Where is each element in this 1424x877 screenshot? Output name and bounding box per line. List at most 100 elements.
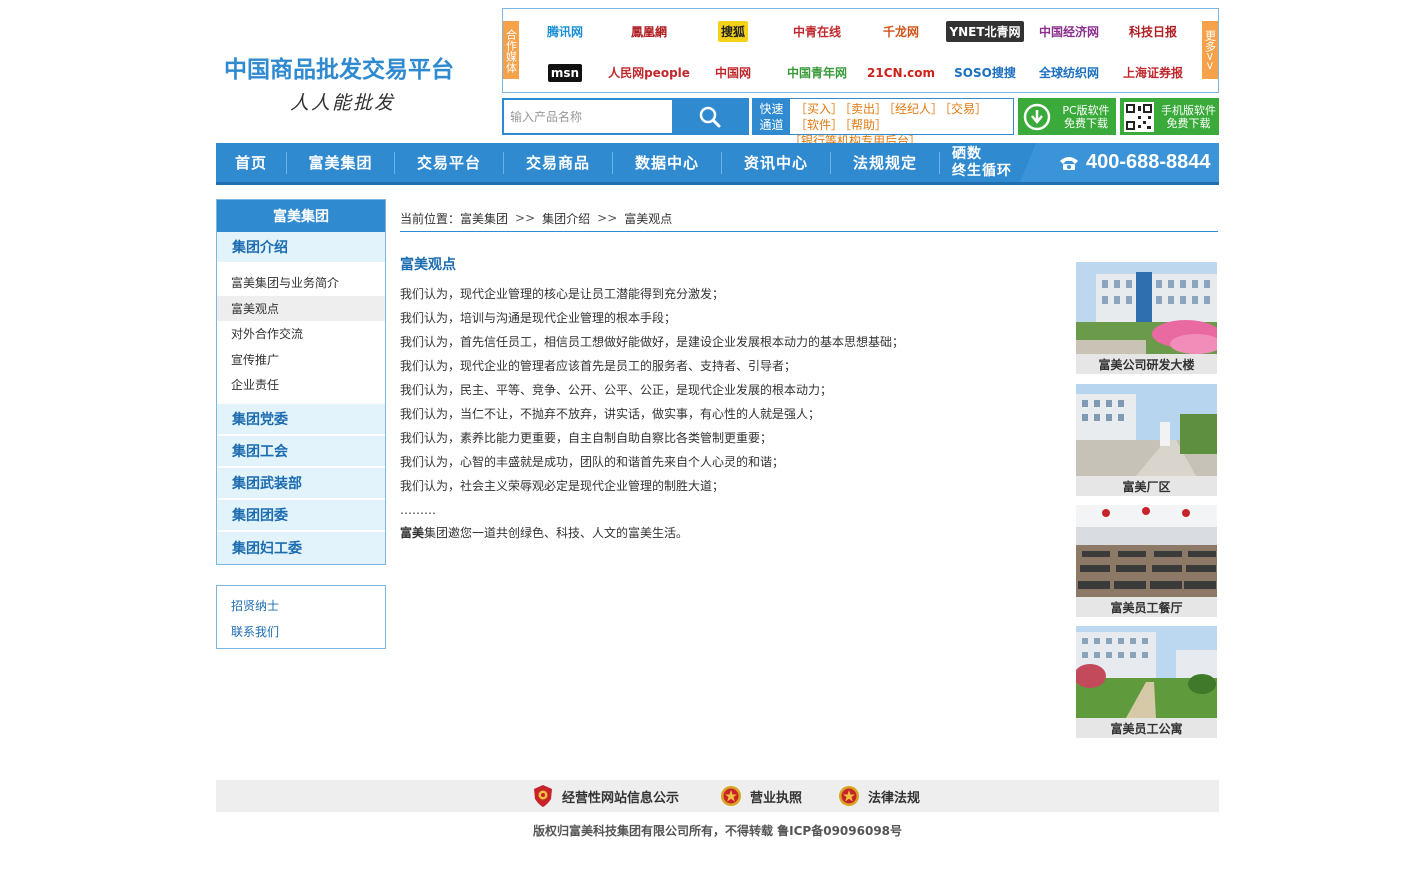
mobile-download-line2: 免费下载 (1166, 116, 1211, 130)
logo-title: 中国商品批发交易平台 (224, 57, 454, 83)
partner-media-logo[interactable]: 搜狐 (691, 11, 775, 52)
article-closing: 富美集团邀您一道共创绿色、科技、人文的富美生活。 (400, 521, 688, 545)
partner-media-logo[interactable]: 中国青年网 (775, 52, 859, 93)
photo-rd-building[interactable]: 富美公司研发大楼 (1076, 262, 1217, 374)
breadcrumb-item-intro[interactable]: 集团介绍 (542, 210, 590, 227)
photo-factory-area[interactable]: 富美厂区 (1076, 384, 1217, 496)
partner-media-logo-text: 科技日报 (1128, 25, 1177, 39)
hotline: 400-688-8844 (1036, 143, 1219, 182)
closing-bold: 富美 (400, 526, 425, 540)
partner-media-logo[interactable]: 上海证券报 (1111, 52, 1195, 93)
sidebar-item-viewpoint[interactable]: 富美观点 (217, 295, 385, 321)
footer-business-license-link[interactable]: 营业执照 (720, 780, 802, 812)
partner-media-logo[interactable]: 鳳凰網 (607, 11, 691, 52)
partner-media-logo[interactable]: 腾讯网 (523, 11, 607, 52)
partner-media-logo[interactable]: msn (523, 52, 607, 93)
partner-media-logo[interactable]: 中国经济网 (1027, 11, 1111, 52)
quick-link-sell[interactable]: ［卖出］ (845, 102, 887, 116)
article-line: 我们认为，当仁不让，不抛弃不放弃，讲实话，做实事，有心性的人就是强人； (400, 407, 821, 421)
sidebar-extra-links: 招贤纳士 联系我们 (216, 585, 386, 649)
quick-link-software[interactable]: ［软件］ (795, 118, 843, 132)
photo-staff-apartment[interactable]: 富美员工公寓 (1076, 626, 1217, 738)
partner-media-logo-text: 千龙网 (882, 25, 919, 39)
partner-media-logo[interactable]: 中青在线 (775, 11, 859, 52)
sidebar-group-intro[interactable]: 集团介绍 (217, 232, 385, 264)
partner-media-logo-text: 21CN.com (867, 65, 935, 80)
photo-staff-canteen[interactable]: 富美员工餐厅 (1076, 505, 1217, 617)
photo-caption: 富美厂区 (1076, 476, 1217, 496)
partner-media-logo[interactable]: SOSO搜搜 (943, 52, 1027, 93)
breadcrumb-prefix: 当前位置： (400, 211, 461, 226)
partner-media-logo[interactable]: 科技日报 (1111, 11, 1195, 52)
partner-media-label: 合作媒体 (503, 21, 519, 79)
partner-media-logo[interactable]: YNET北青网 (943, 11, 1027, 52)
quick-label-line2: 通道 (759, 118, 784, 132)
sidebar-youth-league[interactable]: 集团团委 (217, 499, 385, 532)
article-body: 我们认为，现代企业管理的核心是让员工潜能得到充分激发； 我们认为，培训与沟通是现… (400, 282, 1060, 522)
article-line: 我们认为，民主、平等、竞争、公开、公平、公正，是现代企业发展的根本动力； (400, 383, 833, 397)
footer-site-info-link[interactable]: 经营性网站信息公示 (532, 780, 679, 812)
partner-media-logo-text: 上海证券报 (1122, 66, 1183, 80)
police-badge-icon (534, 785, 552, 807)
partner-media-logo-text: 中国网 (714, 66, 751, 80)
nav-news-center[interactable]: 资讯中心 (722, 143, 830, 182)
article-line: 我们认为，首先信任员工，相信员工想做好能做好，是建设企业发展根本动力的基本思想基… (400, 335, 905, 349)
mobile-software-download-button[interactable]: 手机版软件 免费下载 (1120, 98, 1219, 135)
article-line: 我们认为，培训与沟通是现代企业管理的根本手段； (400, 311, 677, 325)
partner-media-logo-text: msn (547, 63, 583, 82)
sidebar-armed-forces[interactable]: 集团武装部 (217, 467, 385, 500)
quick-link-buy[interactable]: ［买入］ (795, 102, 843, 116)
search-button[interactable] (672, 100, 747, 133)
partner-media-logo[interactable]: 人民网people (607, 52, 691, 93)
breadcrumb-item-group[interactable]: 富美集团 (460, 210, 508, 227)
nav-regulations[interactable]: 法规规定 (831, 143, 939, 182)
national-emblem-icon (839, 786, 859, 806)
more-media-button[interactable]: 更多>> (1202, 21, 1218, 79)
sidebar-item-responsibility[interactable]: 企业责任 (217, 372, 385, 398)
sidebar-labor-union[interactable]: 集团工会 (217, 435, 385, 468)
contact-us-link[interactable]: 联系我们 (217, 618, 385, 644)
nav-data-center[interactable]: 数据中心 (613, 143, 721, 182)
partner-media-logo[interactable]: 千龙网 (859, 11, 943, 52)
footer-laws-link[interactable]: 法律法规 (838, 780, 920, 812)
phone-icon (1060, 156, 1078, 170)
partner-media-logo[interactable]: 全球纺织网 (1027, 52, 1111, 93)
nav-fumei-group[interactable]: 富美集团 (287, 143, 394, 182)
recruitment-link[interactable]: 招贤纳士 (217, 592, 385, 618)
pc-software-download-button[interactable]: PC版软件 免费下载 (1018, 98, 1116, 135)
footer-link-label: 经营性网站信息公示 (562, 790, 680, 806)
breadcrumb-separator: >> (515, 211, 536, 225)
partner-media-logo[interactable]: 中国网 (691, 52, 775, 93)
partner-media-logo-text: SOSO搜搜 (954, 66, 1016, 80)
nav-selenium-line1: 硒数 (952, 145, 982, 162)
nav-home[interactable]: 首页 (216, 143, 286, 182)
product-search-input[interactable] (504, 100, 671, 133)
nav-trading-platform[interactable]: 交易平台 (395, 143, 503, 182)
sidebar-item-overview[interactable]: 富美集团与业务简介 (217, 270, 385, 296)
partner-media-logo-text: 中国经济网 (1038, 25, 1099, 39)
nav-trading-goods[interactable]: 交易商品 (504, 143, 612, 182)
quick-link-trade[interactable]: ［交易］ (945, 102, 987, 116)
sidebar-item-cooperation[interactable]: 对外合作交流 (217, 321, 385, 347)
main-nav: 首页 富美集团 交易平台 交易商品 数据中心 资讯中心 法规规定 硒数 终生循环… (216, 143, 1219, 185)
sidebar-women-committee[interactable]: 集团妇工委 (217, 531, 385, 564)
staff-apartment-image (1076, 626, 1217, 718)
footer-link-label: 营业执照 (750, 790, 803, 806)
partner-media-logo-text: 腾讯网 (546, 25, 583, 39)
pc-download-line1: PC版软件 (1062, 103, 1110, 117)
partner-media-logo-text: 人民网people (608, 66, 690, 80)
partner-media-logo-text: 中国青年网 (786, 66, 847, 80)
breadcrumb-separator: >> (597, 211, 618, 225)
partner-media-logo[interactable]: 21CN.com (859, 52, 943, 93)
sidebar-submenu: 富美集团与业务简介 富美观点 对外合作交流 宣传推广 企业责任 (217, 264, 385, 404)
search-icon (699, 106, 720, 127)
sidebar-item-promotion[interactable]: 宣传推广 (217, 347, 385, 373)
site-logo[interactable]: 中国商品批发交易平台 人人能批发 (224, 50, 490, 114)
quick-link-broker[interactable]: ［经纪人］ (889, 102, 943, 116)
quick-link-help[interactable]: ［帮助］ (845, 118, 887, 132)
hotline-number: 400-688-8844 (1086, 151, 1211, 173)
sidebar: 富美集团 集团介绍 富美集团与业务简介 富美观点 对外合作交流 宣传推广 企业责… (216, 199, 386, 565)
photo-caption: 富美公司研发大楼 (1076, 354, 1217, 374)
sidebar-party-committee[interactable]: 集团党委 (217, 403, 385, 436)
closing-text: 集团邀您一道共创绿色、科技、人文的富美生活。 (424, 526, 689, 540)
